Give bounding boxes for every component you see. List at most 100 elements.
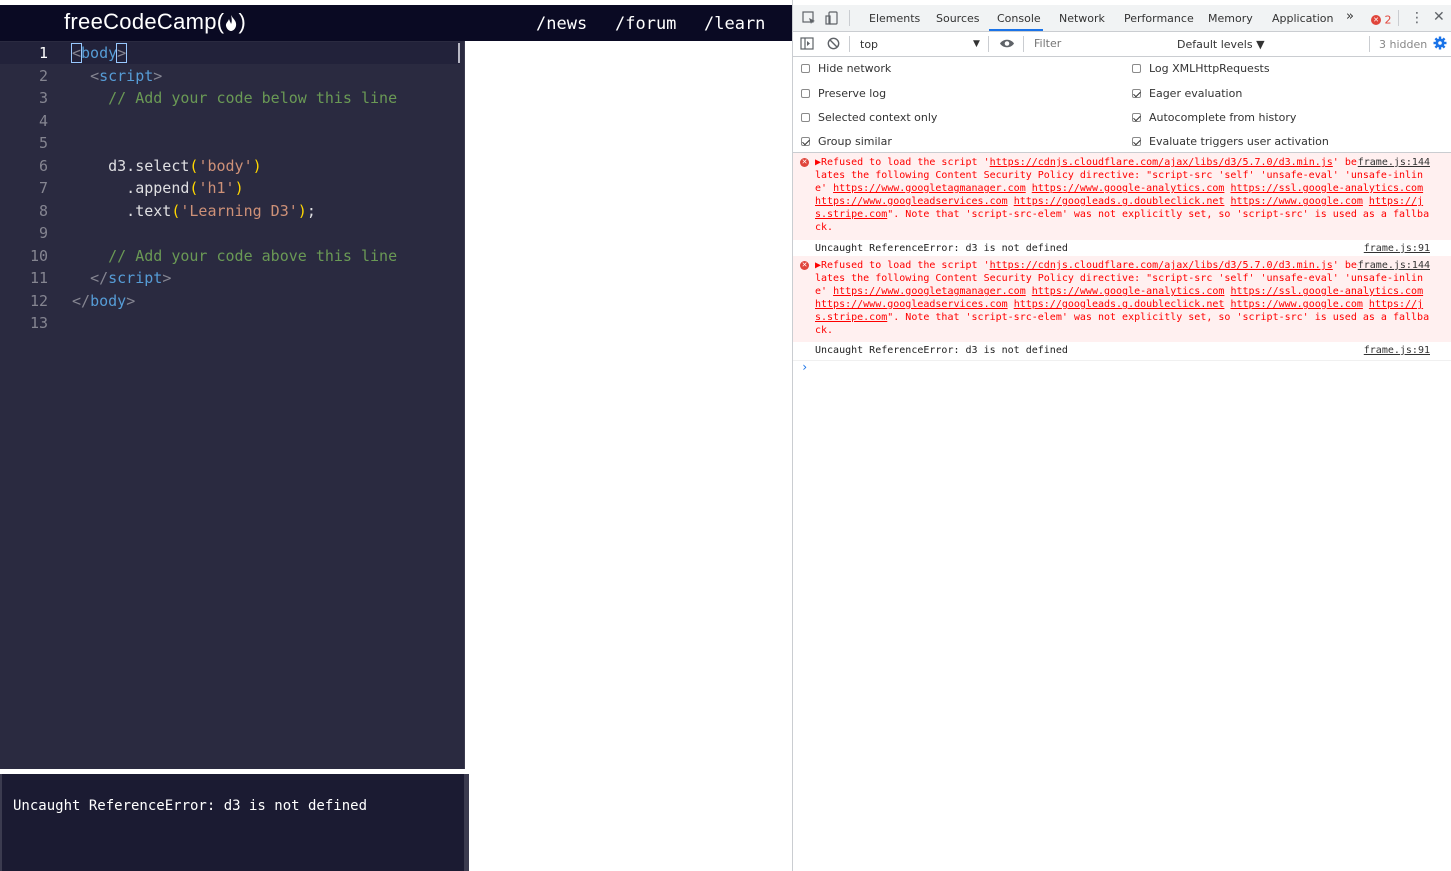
code-line[interactable]: 9 [0, 222, 460, 244]
live-expression-eye-icon[interactable] [999, 38, 1015, 52]
device-toolbar-icon[interactable] [825, 11, 839, 28]
nav-link-forum[interactable]: /forum [615, 14, 676, 34]
code-line[interactable]: 11 </script> [0, 267, 460, 289]
code-token: </ [72, 291, 91, 310]
inspect-element-icon[interactable] [802, 11, 816, 28]
error-url-link[interactable]: https://googleads.g.doubleclick.net [1014, 196, 1225, 207]
code-token: </ [90, 269, 109, 287]
kebab-menu-icon[interactable]: ⋮ [1410, 10, 1424, 26]
tab-performance[interactable]: Performance [1124, 12, 1194, 25]
filter-input[interactable] [1030, 35, 1176, 51]
code-line[interactable]: 4 [0, 110, 460, 132]
code-token: > [162, 269, 172, 287]
setting-autocomplete-from-history[interactable]: Autocomplete from history [1132, 111, 1296, 124]
checkbox[interactable] [801, 113, 810, 122]
code-token: body [90, 291, 127, 310]
setting-hide-network[interactable]: Hide network [801, 62, 891, 75]
code-token: // Add your code below this line [72, 89, 398, 107]
tab-memory[interactable]: Memory [1208, 12, 1253, 25]
setting-log-xmlhttprequests[interactable]: Log XMLHttpRequests [1132, 62, 1270, 75]
checkbox[interactable] [801, 89, 810, 98]
error-url-link[interactable]: https://www.googletagmanager.com [833, 286, 1026, 297]
setting-label: Eager evaluation [1149, 87, 1243, 100]
checkbox[interactable] [1132, 113, 1141, 122]
code-line[interactable]: 5 [0, 132, 460, 154]
source-link[interactable]: frame.js:144 [1357, 156, 1430, 169]
code-token: script [108, 269, 163, 287]
tab-application[interactable]: Application [1272, 12, 1333, 25]
code-text: <body> [70, 42, 128, 64]
setting-evaluate-triggers-user-activation[interactable]: Evaluate triggers user activation [1132, 135, 1329, 148]
devtools-panel: Elements Sources Console Network Perform… [792, 0, 1451, 871]
line-number: 4 [38, 111, 48, 130]
context-selector[interactable]: top [860, 38, 878, 51]
tab-network[interactable]: Network [1059, 12, 1105, 25]
log-levels-dropdown[interactable]: Default levels ▼ [1177, 38, 1265, 51]
code-line[interactable]: 10 // Add your code above this line [0, 245, 460, 267]
console-settings: Hide network Preserve log Selected context… [793, 57, 1451, 153]
code-line[interactable]: 7 .append('h1') [0, 177, 460, 199]
line-number: 2 [38, 66, 48, 85]
context-dropdown-icon[interactable]: ▼ [973, 39, 980, 49]
nav-link-learn[interactable]: /learn [704, 14, 765, 34]
error-url-link[interactable]: https://www.googletagmanager.com [833, 183, 1026, 194]
code-line[interactable]: 13 [0, 312, 460, 334]
checkbox[interactable] [1132, 64, 1141, 73]
line-number: 13 [29, 314, 48, 332]
code-line[interactable]: 6 d3.select('body') [0, 155, 460, 177]
code-line[interactable]: 1 <body> [0, 42, 460, 64]
error-url-link[interactable]: https://cdnjs.cloudflare.com/ajax/libs/d… [990, 260, 1333, 271]
settings-gear-icon[interactable] [1433, 36, 1447, 53]
sidebar-toggle-icon[interactable] [800, 37, 814, 53]
error-text: ▶Refused to load the script 'https://cdn… [815, 156, 1435, 234]
console-error-message[interactable]: ✕ ▶Refused to load the script 'https://cd… [793, 153, 1451, 241]
code-editor[interactable]: 1 <body> 2 <script> 3 // Add your code belo… [0, 41, 465, 769]
code-token: < [70, 43, 83, 63]
checkbox[interactable] [801, 64, 810, 73]
code-line[interactable]: 3 // Add your code below this line [0, 87, 460, 109]
error-url-link[interactable]: https://cdnjs.cloudflare.com/ajax/libs/d… [990, 157, 1333, 168]
console-log-message[interactable]: Uncaught ReferenceError: d3 is not defin… [793, 342, 1451, 361]
console-toolbar: top ▼ Default levels ▼ 3 hidden [793, 32, 1451, 57]
clear-console-icon[interactable] [827, 37, 840, 53]
checkbox[interactable] [1132, 89, 1141, 98]
error-count-badge[interactable]: ✕ 2 [1371, 13, 1392, 27]
tab-sources[interactable]: Sources [936, 12, 980, 25]
line-number: 6 [38, 156, 48, 175]
tab-elements[interactable]: Elements [869, 12, 920, 25]
error-url-link[interactable]: https://www.google.com [1230, 196, 1362, 207]
code-line[interactable]: 8 .text('Learning D3'); [0, 200, 460, 222]
error-url-link[interactable]: https://www.google.com [1230, 299, 1362, 310]
flame-icon [226, 15, 237, 31]
error-url-link[interactable]: https://www.google-analytics.com [1032, 183, 1225, 194]
nav-link-news[interactable]: /news [536, 14, 587, 34]
toolbar-separator-2 [988, 36, 989, 52]
error-url-link[interactable]: https://googleads.g.doubleclick.net [1014, 299, 1225, 310]
source-link[interactable]: frame.js:144 [1357, 259, 1430, 272]
editor-scrollbar[interactable] [458, 43, 460, 63]
fcc-logo[interactable]: freeCodeCamp() [64, 9, 246, 35]
setting-eager-evaluation[interactable]: Eager evaluation [1132, 87, 1242, 100]
close-icon[interactable]: ✕ [1433, 9, 1445, 25]
console-prompt[interactable]: › [801, 360, 808, 374]
code-line[interactable]: 12 </body> [0, 290, 460, 312]
code-token: 'Learning D3' [180, 201, 298, 220]
code-line[interactable]: 2 <script> [0, 65, 460, 87]
error-url-link[interactable]: https://www.googleadservices.com [815, 196, 1008, 207]
error-url-link[interactable]: https://www.googleadservices.com [815, 299, 1008, 310]
console-error-message[interactable]: ✕ ▶Refused to load the script 'https://cd… [793, 256, 1451, 343]
more-tabs-button[interactable]: » [1346, 9, 1354, 24]
checkbox[interactable] [1132, 137, 1141, 146]
checkbox[interactable] [801, 137, 810, 146]
setting-group-similar[interactable]: Group similar [801, 135, 892, 148]
setting-preserve-log[interactable]: Preserve log [801, 87, 886, 100]
error-icon: ✕ [800, 261, 809, 270]
tabbar-separator [849, 10, 850, 26]
error-url-link[interactable]: https://www.google-analytics.com [1032, 286, 1225, 297]
error-url-link[interactable]: https://ssl.google-analytics.com [1230, 183, 1423, 194]
setting-selected-context-only[interactable]: Selected context only [801, 111, 937, 124]
error-url-link[interactable]: https://ssl.google-analytics.com [1230, 286, 1423, 297]
output-panel: Uncaught ReferenceError: d3 is not defin… [2, 774, 464, 871]
tab-console[interactable]: Console [997, 12, 1041, 25]
source-link[interactable]: frame.js:91 [1364, 342, 1430, 360]
